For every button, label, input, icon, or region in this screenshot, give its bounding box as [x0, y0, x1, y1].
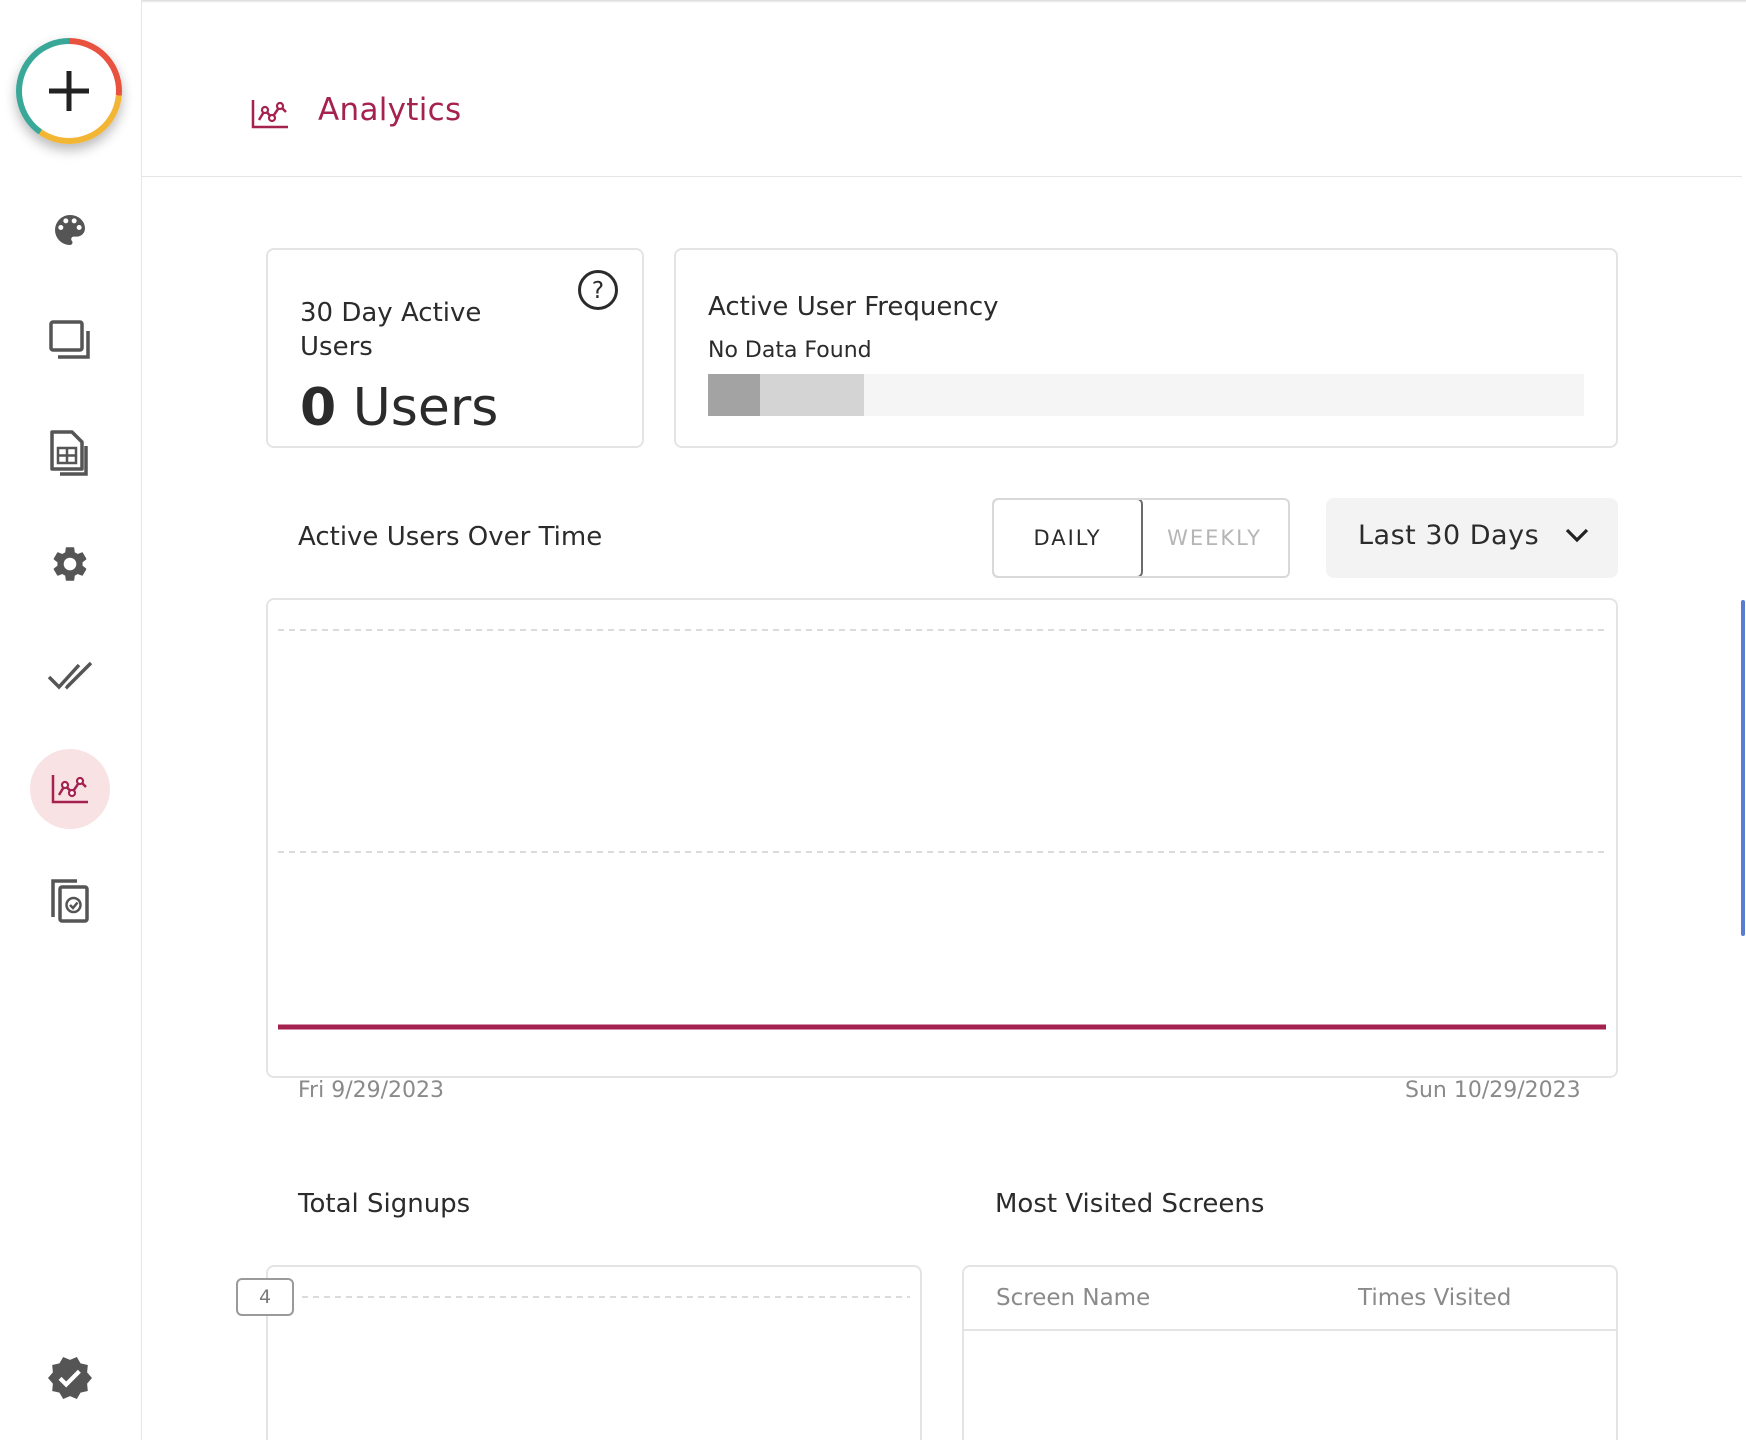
total-signups-title: Total Signups [298, 1189, 471, 1219]
frequency-card: Active User Frequency No Data Found [674, 248, 1618, 448]
add-button[interactable] [16, 38, 122, 144]
verified-badge-icon [48, 1357, 92, 1400]
double-check-icon [47, 661, 93, 690]
x-axis-start-label: Fri 9/29/2023 [298, 1078, 445, 1103]
svg-text:?: ? [592, 278, 604, 304]
plus-icon [49, 71, 89, 111]
sidebar-item-analytics[interactable] [30, 749, 110, 829]
sidebar-item-settings[interactable] [30, 524, 110, 604]
active-users-unit: Users [352, 378, 499, 438]
spreadsheet-icon [50, 430, 88, 476]
column-header-screen-name[interactable]: Screen Name [996, 1285, 1150, 1311]
active-users-card: 30 Day Active Users ? 0 Users [266, 248, 644, 448]
scrollbar-thumb[interactable] [1741, 600, 1745, 936]
daily-toggle-button[interactable]: DAILY [994, 500, 1143, 576]
date-range-select[interactable]: Last 30 Days [1326, 498, 1618, 578]
analytics-icon [251, 100, 288, 129]
active-users-card-title: 30 Day Active Users [300, 298, 482, 362]
frequency-segment [760, 374, 864, 416]
signups-chart [266, 1265, 922, 1440]
sidebar-item-theme[interactable] [30, 190, 110, 270]
active-users-chart [266, 598, 1618, 1078]
page-header: Analytics [142, 0, 1742, 177]
sidebar-item-publish[interactable] [30, 861, 110, 941]
sidebar-item-screens[interactable] [30, 301, 110, 381]
app-shell: Analytics 30 Day Active Users ? 0 Users … [0, 0, 1746, 1440]
gear-icon [53, 547, 87, 581]
sidebar-item-data[interactable] [30, 413, 110, 493]
sidebar-item-status[interactable] [30, 1338, 110, 1418]
sidebar-item-tasks[interactable] [30, 636, 110, 716]
signups-chart-canvas [302, 1296, 910, 1298]
weekly-toggle-button[interactable]: WEEKLY [1141, 500, 1288, 576]
active-users-count: 0 Users [300, 378, 498, 438]
add-button-inner [22, 44, 116, 138]
screens-icon [49, 320, 90, 359]
signups-y-tick-label: 4 [236, 1278, 294, 1316]
analytics-icon [51, 775, 88, 804]
chevron-down-icon [1565, 528, 1589, 543]
active-users-value: 0 [300, 378, 337, 438]
date-range-value: Last 30 Days [1358, 520, 1540, 551]
page-title: Analytics [318, 92, 462, 128]
interval-toggle: DAILY WEEKLY [992, 498, 1290, 578]
frequency-status: No Data Found [708, 338, 872, 363]
copy-check-icon [51, 879, 89, 923]
chart-canvas [278, 629, 1606, 1030]
column-header-times-visited[interactable]: Times Visited [1358, 1285, 1511, 1311]
most-visited-screens-title: Most Visited Screens [995, 1189, 1265, 1219]
x-axis-end-label: Sun 10/29/2023 [1405, 1078, 1581, 1103]
frequency-bar [708, 374, 1584, 416]
frequency-segment [708, 374, 760, 416]
active-users-over-time-title: Active Users Over Time [298, 522, 603, 552]
most-visited-screens-table: Screen Name Times Visited [962, 1265, 1618, 1440]
help-icon[interactable]: ? [576, 268, 620, 312]
sidebar [0, 0, 142, 1440]
table-header: Screen Name Times Visited [964, 1267, 1616, 1331]
frequency-card-title: Active User Frequency [708, 292, 999, 322]
palette-icon [55, 215, 85, 245]
